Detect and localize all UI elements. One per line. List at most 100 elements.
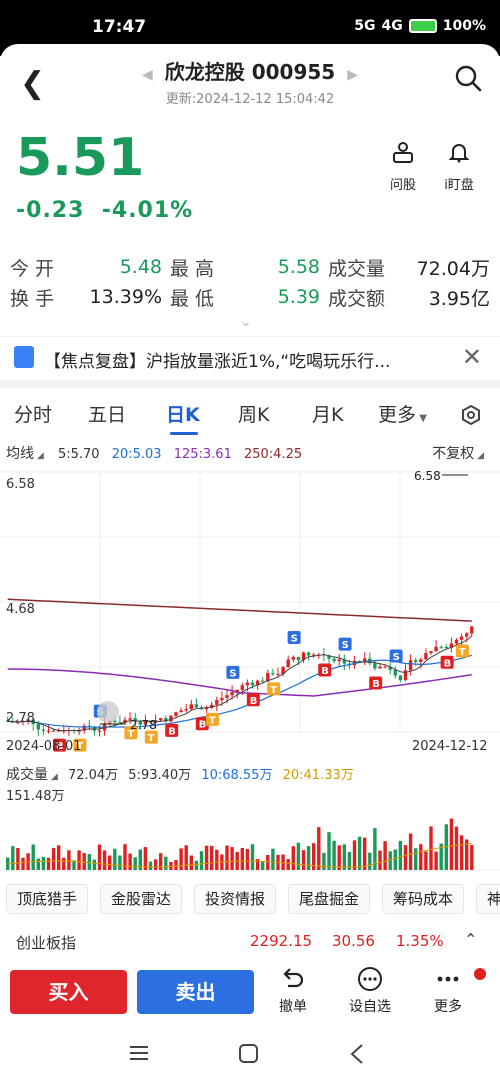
- volume-bar: [337, 845, 341, 870]
- max-price-label: 6.58: [414, 469, 441, 483]
- sell-button[interactable]: 卖出: [137, 970, 254, 1014]
- volume-bar: [21, 857, 25, 870]
- signal-tag-letter: T: [209, 715, 216, 726]
- tool-chip-cost[interactable]: 筹码成本: [382, 884, 465, 914]
- volume-bar: [459, 835, 464, 870]
- ma250-line: [7, 598, 472, 622]
- volume-bar: [67, 850, 71, 870]
- next-stock-icon[interactable]: ▶: [347, 67, 358, 83]
- volume-bar: [184, 845, 188, 870]
- candle: [184, 709, 188, 711]
- volume-bar: [352, 840, 357, 870]
- signal-tag-letter: S: [291, 634, 298, 645]
- candle: [291, 657, 295, 660]
- signal-tag-letter: B: [444, 658, 452, 669]
- volume-bar: [215, 849, 219, 870]
- volume-bar: [153, 859, 158, 870]
- volume-bar: [414, 848, 418, 870]
- volume-ma-line: [7, 843, 472, 868]
- volume-bar: [128, 853, 132, 870]
- volume-bar: [434, 851, 438, 870]
- tab-intraday[interactable]: 分时: [14, 400, 52, 427]
- ma20-line: [7, 654, 473, 728]
- tool-more[interactable]: 神: [476, 884, 500, 914]
- home-icon[interactable]: [238, 1043, 260, 1065]
- volume-legend[interactable]: 成交量 ◢ 72.04万 5:93.40万 10:68.55万 20:41.33…: [6, 764, 354, 784]
- volume-bar: [62, 857, 66, 870]
- tab-monthly-k[interactable]: 月K: [312, 400, 343, 427]
- volume-bar: [368, 852, 372, 870]
- more-button[interactable]: 更多: [418, 966, 486, 1016]
- tool-invest-intel[interactable]: 投资情报: [194, 884, 277, 914]
- revoke-button[interactable]: 撤单: [263, 966, 323, 1016]
- candle: [444, 646, 448, 648]
- volume-bar: [36, 858, 40, 870]
- battery-percent: 100%: [442, 18, 486, 34]
- status-time: 17:47: [92, 17, 147, 37]
- volume-bar: [97, 844, 102, 870]
- settings-icon[interactable]: [460, 404, 482, 426]
- battery-icon: [408, 19, 437, 33]
- candle: [393, 669, 397, 676]
- search-icon[interactable]: [454, 64, 482, 92]
- close-icon[interactable]: ✕: [462, 343, 482, 371]
- watch-market-button[interactable]: i盯盘: [434, 140, 484, 193]
- candle: [414, 660, 418, 662]
- prev-stock-icon[interactable]: ◀: [142, 67, 153, 83]
- index-ticker[interactable]: 创业板指 2292.15 30.56 1.35% ⌃: [0, 926, 500, 958]
- y-axis-bottom: 2.78: [6, 711, 35, 726]
- kline-chart[interactable]: BTSTTBBTSBTSBSBSBT 6.58 4.68 2.78 6.58 2…: [0, 462, 500, 762]
- volume-bar: [454, 826, 459, 870]
- tool-closing-mining[interactable]: 尾盘掘金: [288, 884, 371, 914]
- candle: [220, 697, 224, 701]
- volume-bar: [449, 818, 454, 870]
- date-start: 2024-08-01: [6, 739, 82, 754]
- ask-stock-icon: [393, 142, 413, 163]
- volume-bar: [225, 845, 229, 870]
- news-banner[interactable]: 【焦点复盘】沪指放量涨近1%,“吃喝玩乐行... ✕: [0, 336, 500, 378]
- more-icon: [437, 976, 459, 982]
- volume-bar: [357, 836, 362, 870]
- expand-icon[interactable]: ⌄: [240, 314, 252, 330]
- candle: [408, 660, 413, 671]
- volume-bar: [301, 850, 306, 870]
- candle: [470, 626, 474, 634]
- candle: [51, 730, 56, 732]
- document-icon: [14, 346, 34, 368]
- ma-legend[interactable]: 均线 ◢ 5:5.70 20:5.03 125:3.61 250:4.25: [6, 443, 302, 463]
- chevron-up-icon[interactable]: ⌃: [464, 930, 477, 949]
- tool-top-bottom[interactable]: 顶底猎手: [6, 884, 89, 914]
- signal-tag-letter: T: [148, 733, 155, 744]
- volume-bar: [286, 859, 290, 870]
- candle: [398, 675, 403, 681]
- volume-bar: [133, 857, 137, 870]
- back-nav-icon[interactable]: [348, 1043, 366, 1065]
- signal-tag-letter: S: [342, 640, 349, 651]
- tab-five-day[interactable]: 五日: [88, 400, 126, 427]
- add-watchlist-button[interactable]: 设自选: [340, 966, 400, 1016]
- tool-bar: 顶底猎手 金股雷达 投资情报 尾盘掘金 筹码成本 神: [0, 884, 500, 914]
- ask-stock-button[interactable]: 问股: [378, 140, 428, 193]
- volume-bar: [179, 848, 183, 870]
- tab-more[interactable]: 更多 ▼: [378, 400, 427, 427]
- recent-apps-icon[interactable]: [128, 1044, 150, 1062]
- volume-bar: [250, 844, 255, 870]
- volume-bar: [240, 847, 244, 870]
- candle: [306, 652, 311, 656]
- candle: [424, 653, 428, 660]
- tab-weekly-k[interactable]: 周K: [238, 400, 269, 427]
- candle: [240, 685, 244, 690]
- buy-button[interactable]: 买入: [10, 970, 127, 1014]
- volume-bar: [383, 841, 387, 870]
- adjust-selector[interactable]: 不复权 ◢: [432, 443, 484, 463]
- y-axis-top: 6.58: [6, 477, 35, 492]
- volume-bar: [378, 850, 382, 870]
- volume-bar: [16, 847, 20, 870]
- tool-gold-radar[interactable]: 金股雷达: [100, 884, 183, 914]
- tab-daily-k[interactable]: 日K: [166, 400, 200, 427]
- volume-bar: [332, 840, 336, 870]
- volume-chart[interactable]: 151.48万: [0, 784, 500, 874]
- candle: [465, 633, 469, 637]
- volume-bar: [108, 855, 112, 870]
- volume-bar: [41, 856, 46, 870]
